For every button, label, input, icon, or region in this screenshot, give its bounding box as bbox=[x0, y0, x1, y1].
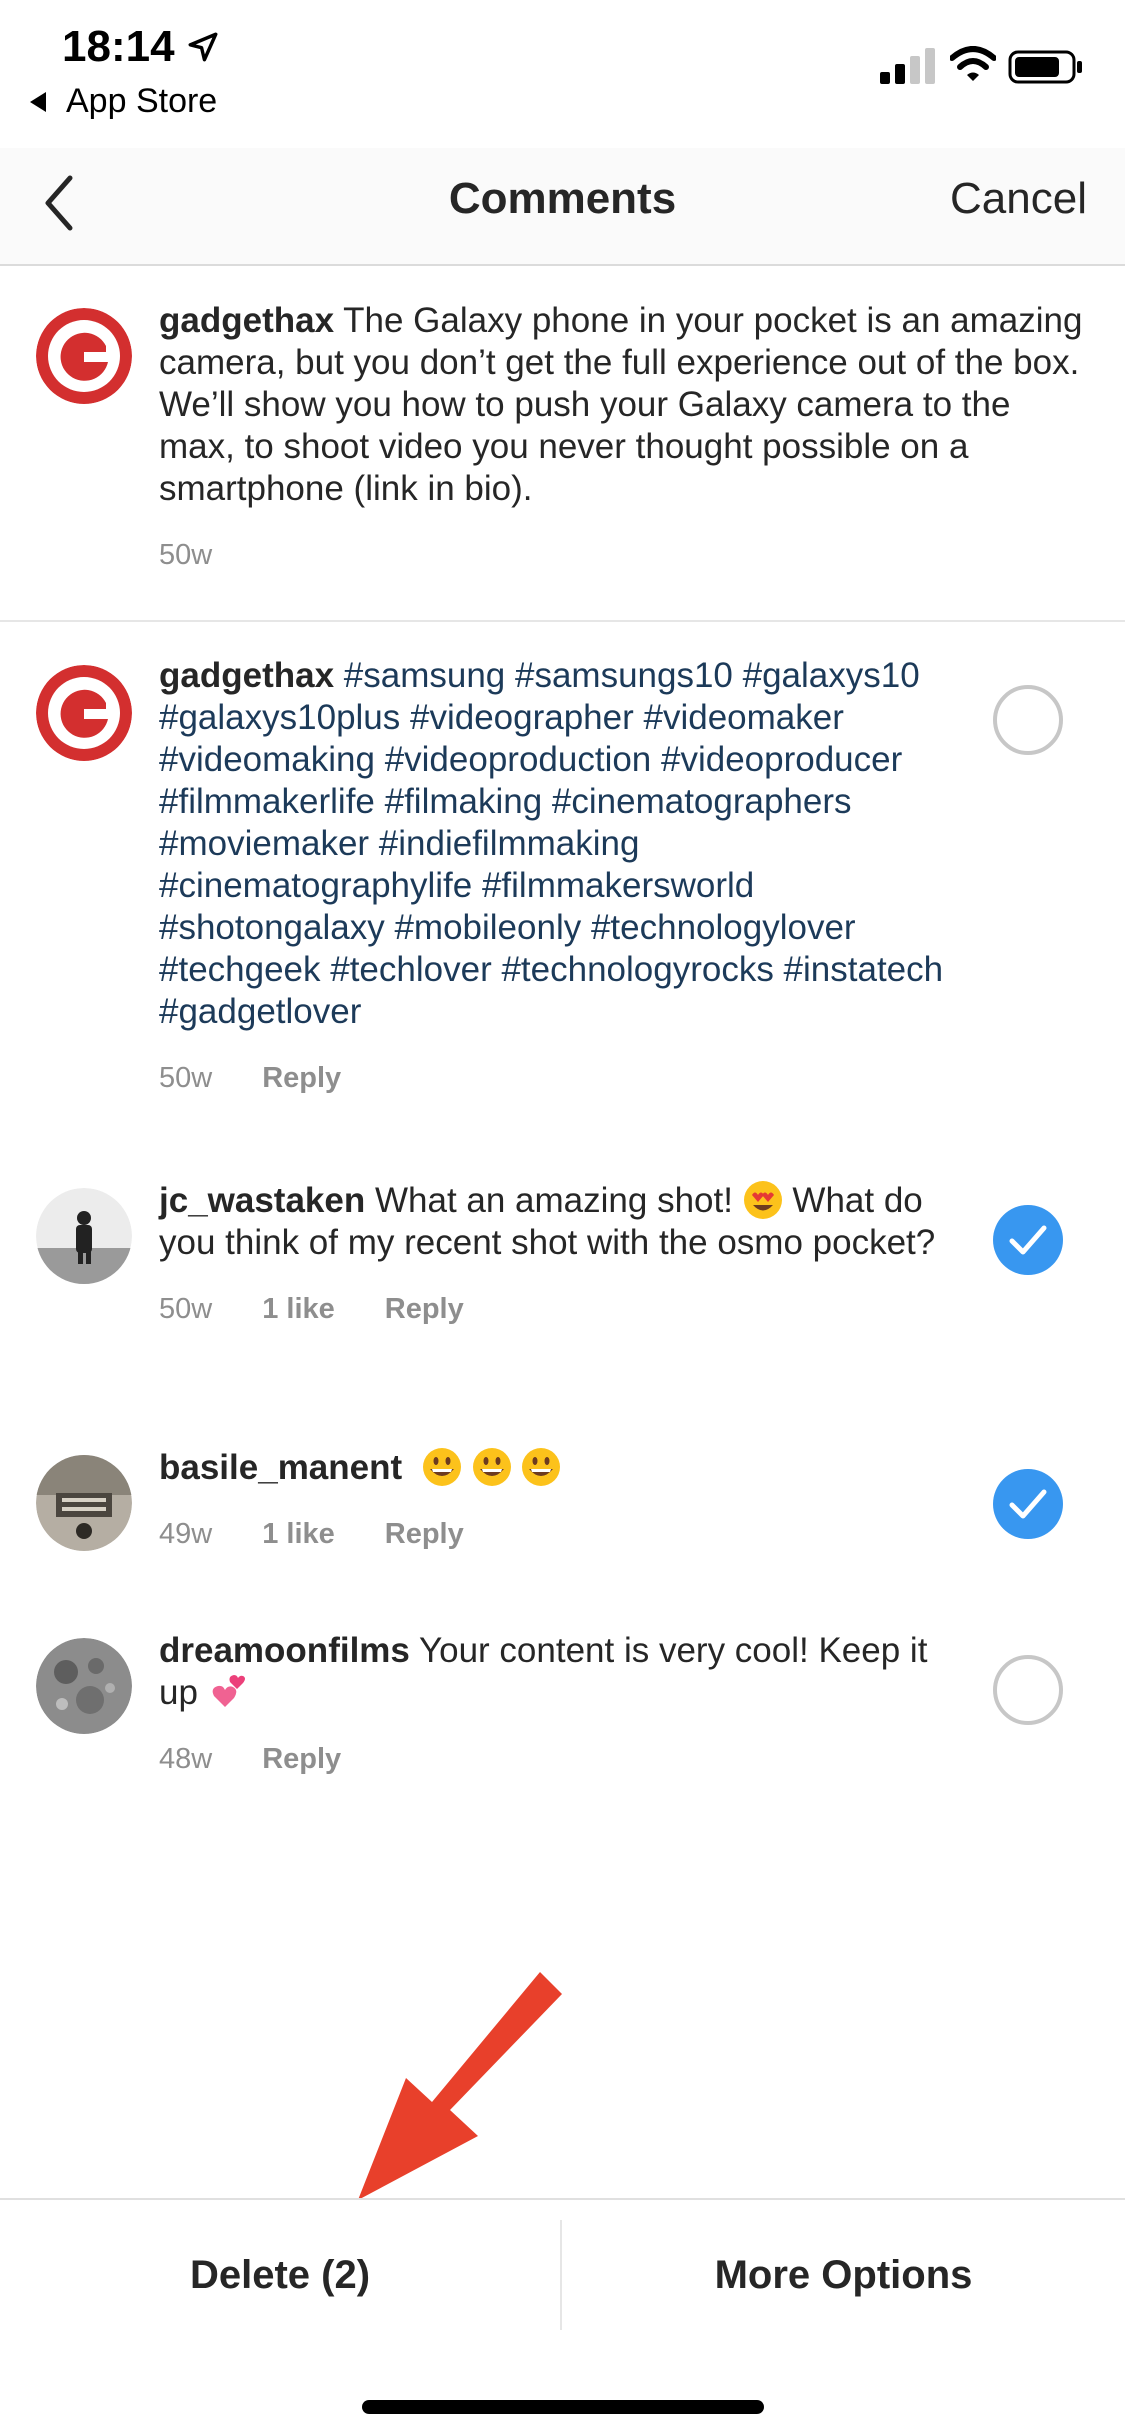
comment-username[interactable]: dreamoonfilms bbox=[159, 1631, 410, 1670]
grinning-face-emoji-icon bbox=[522, 1448, 561, 1486]
two-hearts-emoji-icon bbox=[212, 1675, 245, 1707]
battery-icon bbox=[1008, 50, 1082, 84]
back-app-label: App Store bbox=[66, 82, 218, 120]
avatar[interactable] bbox=[36, 308, 132, 404]
person-silhouette-avatar-icon bbox=[36, 1188, 132, 1284]
select-checkbox-checked[interactable] bbox=[993, 1469, 1063, 1539]
wifi-icon bbox=[950, 46, 996, 81]
avatar[interactable] bbox=[36, 1455, 132, 1551]
select-checkbox-checked[interactable] bbox=[993, 1205, 1063, 1275]
reply-button[interactable]: Reply bbox=[262, 1057, 341, 1099]
comment-meta: 50w bbox=[159, 534, 1089, 576]
navigation-bar: Comments Cancel bbox=[0, 148, 1125, 266]
cellular-signal-icon bbox=[880, 48, 935, 84]
comment-meta: 48w Reply bbox=[159, 1738, 959, 1780]
back-triangle-icon bbox=[30, 91, 46, 112]
back-to-app-store[interactable]: App Store bbox=[30, 82, 217, 121]
comment-body: basile_manent 49w 1 like Reply bbox=[159, 1447, 959, 1555]
comment-username[interactable]: basile_manent bbox=[159, 1448, 402, 1487]
comment-age: 50w bbox=[159, 1062, 213, 1094]
likes-count[interactable]: 1 like bbox=[262, 1513, 335, 1555]
select-checkbox[interactable] bbox=[993, 685, 1063, 755]
comment-age: 49w bbox=[159, 1518, 213, 1550]
vintage-photo-avatar-icon bbox=[36, 1455, 132, 1551]
reply-button[interactable]: Reply bbox=[262, 1738, 341, 1780]
home-indicator[interactable] bbox=[362, 2400, 764, 2414]
grinning-face-emoji-icon bbox=[472, 1448, 511, 1486]
likes-count[interactable]: 1 like bbox=[262, 1288, 335, 1330]
heart-eyes-emoji-icon bbox=[743, 1181, 782, 1219]
comment-body: gadgethax The Galaxy phone in your pocke… bbox=[159, 300, 1089, 576]
comment-text: What an amazing shot! bbox=[374, 1181, 733, 1220]
moon-avatar-icon bbox=[36, 1638, 132, 1734]
checkmark-icon bbox=[1009, 1225, 1047, 1255]
gadgethax-logo-icon bbox=[36, 308, 132, 404]
delete-button[interactable]: Delete (2) bbox=[0, 2200, 560, 2350]
avatar[interactable] bbox=[36, 665, 132, 761]
comment-body: gadgethax #samsung #samsungs10 #galaxys1… bbox=[159, 655, 959, 1099]
comment-hashtags[interactable]: #samsung #samsungs10 #galaxys10 #galaxys… bbox=[159, 656, 943, 1031]
comment-meta: 50w 1 like Reply bbox=[159, 1288, 959, 1330]
comment-username[interactable]: gadgethax bbox=[159, 656, 334, 695]
comment-age: 48w bbox=[159, 1743, 213, 1775]
select-checkbox[interactable] bbox=[993, 1655, 1063, 1725]
cancel-button[interactable]: Cancel bbox=[950, 174, 1087, 224]
divider bbox=[0, 620, 1125, 622]
grinning-face-emoji-icon bbox=[422, 1448, 461, 1486]
avatar[interactable] bbox=[36, 1638, 132, 1734]
reply-button[interactable]: Reply bbox=[385, 1513, 464, 1555]
comment-age: 50w bbox=[159, 539, 213, 571]
comment-body: jc_wastaken What an amazing shot! What d… bbox=[159, 1180, 959, 1330]
comment-meta: 49w 1 like Reply bbox=[159, 1513, 959, 1555]
status-time: 18:14 bbox=[62, 22, 175, 71]
reply-button[interactable]: Reply bbox=[385, 1288, 464, 1330]
comment-username[interactable]: jc_wastaken bbox=[159, 1181, 365, 1220]
comment-meta: 50w Reply bbox=[159, 1057, 959, 1099]
comment-username[interactable]: gadgethax bbox=[159, 301, 334, 340]
comment-body: dreamoonfilms Your content is very cool!… bbox=[159, 1630, 959, 1780]
comment-age: 50w bbox=[159, 1293, 213, 1325]
checkmark-icon bbox=[1009, 1489, 1047, 1519]
location-arrow-icon bbox=[188, 32, 218, 62]
gadgethax-logo-icon bbox=[36, 665, 132, 761]
avatar[interactable] bbox=[36, 1188, 132, 1284]
more-options-button[interactable]: More Options bbox=[562, 2200, 1125, 2350]
bottom-action-bar: Delete (2) More Options bbox=[0, 2198, 1125, 2350]
red-annotation-arrow-icon bbox=[358, 1972, 562, 2200]
